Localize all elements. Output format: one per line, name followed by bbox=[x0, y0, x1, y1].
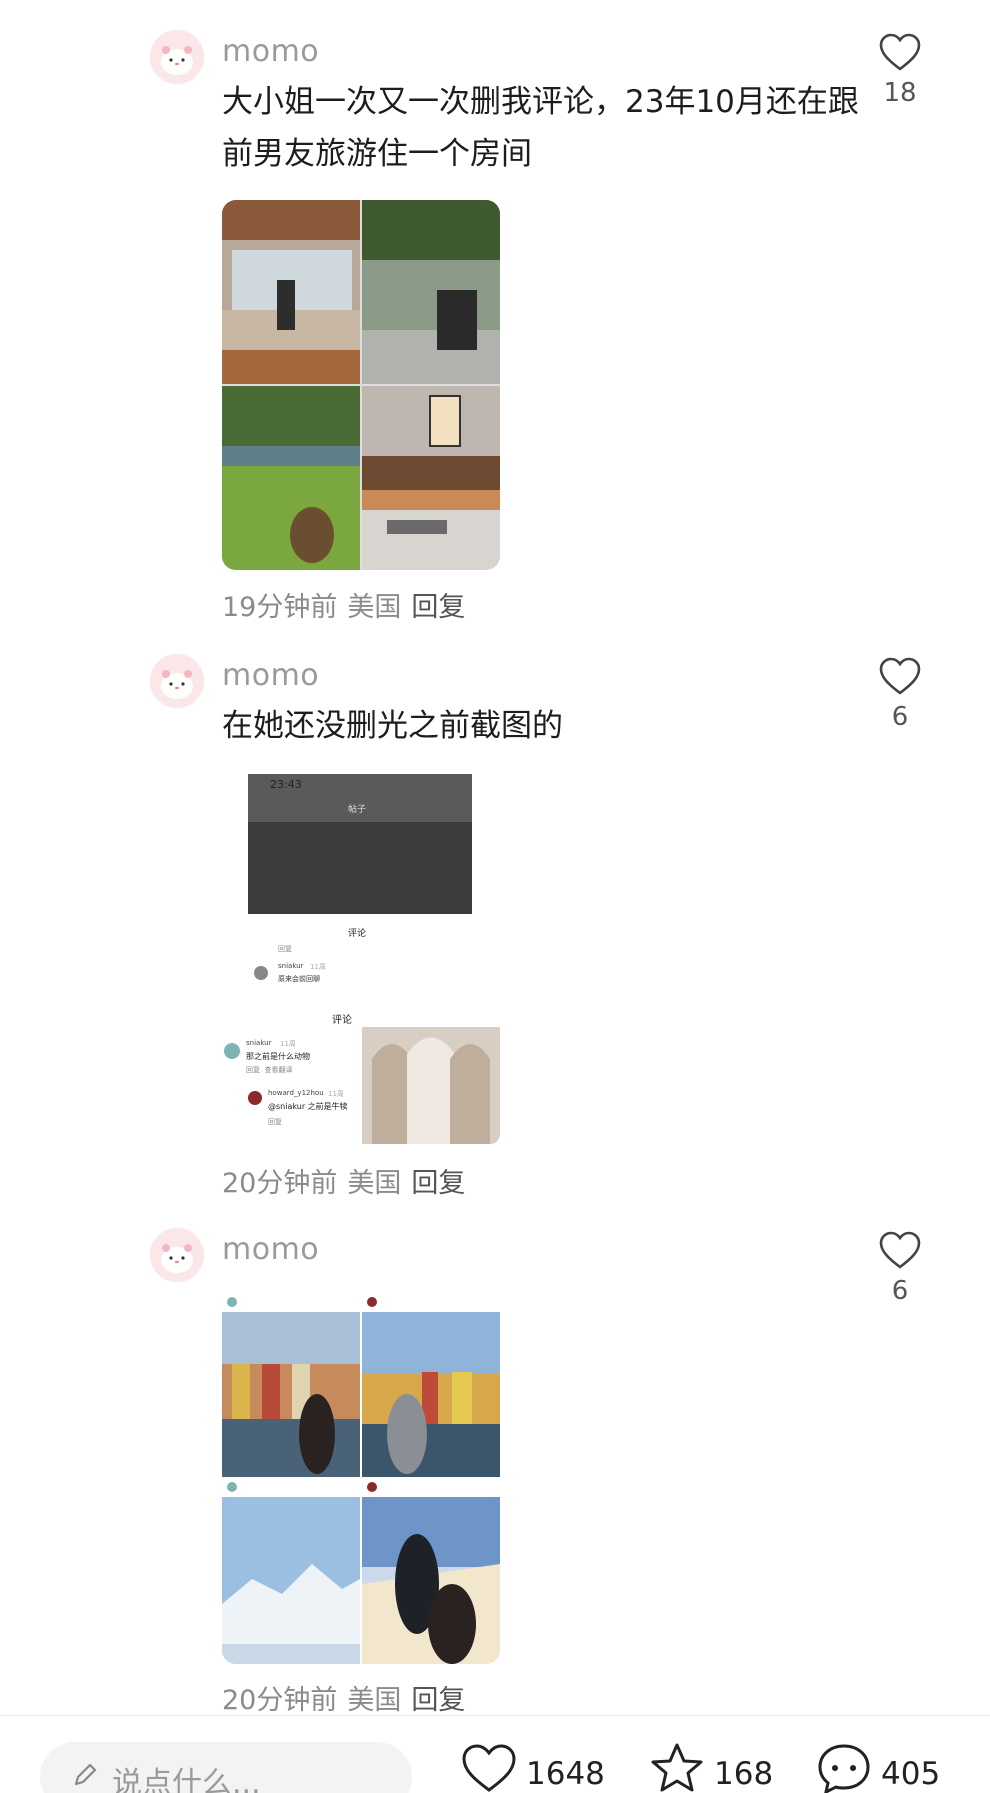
like-button[interactable]: 18 bbox=[870, 32, 930, 108]
comment-image[interactable] bbox=[222, 1294, 500, 1664]
comment-text: 大小姐一次又一次删我评论，23年10月还在跟前男友旅游住一个房间 bbox=[222, 84, 859, 172]
avatar[interactable] bbox=[150, 1228, 204, 1282]
username[interactable]: momo bbox=[222, 658, 319, 693]
church-arches bbox=[362, 1009, 500, 1144]
comment-input[interactable]: 说点什么... bbox=[40, 1742, 412, 1793]
like-button[interactable]: 6 bbox=[870, 656, 930, 732]
screenshot-sheet: 评论 回复 sniakur 11周 原来会前回聊 bbox=[248, 914, 472, 1014]
inner-user2-time: 11周 bbox=[280, 1040, 296, 1048]
screenshot-comments: 评论 sniakur 11周 那之前是什么动物 回复 查看翻译 howard_y… bbox=[222, 1009, 360, 1144]
avatar-illustration bbox=[150, 1228, 204, 1282]
comment-stat[interactable]: 405 bbox=[815, 1742, 940, 1793]
username[interactable]: momo bbox=[222, 34, 319, 69]
screenshot-top: 23:43 帖子 bbox=[248, 774, 472, 914]
comment-time: 20分钟前 bbox=[222, 1168, 338, 1199]
comment-placeholder: 说点什么... bbox=[112, 1766, 261, 1793]
inner-user3: howard_y12hou bbox=[268, 1089, 324, 1097]
comment-image[interactable]: 23:43 帖子 评论 回复 sniakur 11周 原来会前回聊 评论 sni… bbox=[222, 774, 500, 1144]
like-button[interactable]: 6 bbox=[870, 1230, 930, 1306]
inner-user3-avatar bbox=[248, 1091, 262, 1105]
like-count: 6 bbox=[891, 702, 909, 732]
star-icon bbox=[651, 1743, 703, 1792]
comment-meta: 20分钟前 美国 回复 bbox=[222, 1161, 475, 1200]
like-total: 1648 bbox=[526, 1756, 605, 1792]
travel-collage bbox=[222, 1294, 500, 1664]
comment-location: 美国 bbox=[347, 592, 402, 623]
reply-button[interactable]: 回复 bbox=[411, 592, 465, 623]
comment-location: 美国 bbox=[347, 1168, 402, 1199]
favorite-total: 168 bbox=[714, 1756, 774, 1792]
sheet-user-avatar bbox=[254, 966, 268, 980]
chat-bubble-icon bbox=[818, 1744, 870, 1793]
like-count: 6 bbox=[891, 1276, 909, 1306]
like-stat[interactable]: 1648 bbox=[460, 1742, 605, 1793]
heart-icon bbox=[879, 657, 921, 695]
inner-user2: sniakur bbox=[246, 1039, 272, 1047]
comment-meta: 19分钟前 美国 回复 bbox=[222, 585, 475, 624]
screenshot-dark-area bbox=[248, 822, 472, 914]
comment-time: 19分钟前 bbox=[222, 592, 338, 623]
reply-button[interactable]: 回复 bbox=[411, 1685, 465, 1716]
inner-user2-text: 那之前是什么动物 bbox=[246, 1052, 310, 1061]
like-count: 18 bbox=[883, 78, 917, 108]
heart-icon bbox=[879, 33, 921, 71]
screenshot-status-time: 23:43 bbox=[270, 778, 302, 791]
comment-total: 405 bbox=[881, 1756, 941, 1792]
avatar-illustration bbox=[150, 30, 204, 84]
comment-location: 美国 bbox=[347, 1685, 402, 1716]
avatar-illustration bbox=[150, 654, 204, 708]
screenshot-church-image bbox=[362, 1009, 500, 1144]
sheet-reply-hint: 回复 bbox=[278, 945, 292, 953]
inner-title: 评论 bbox=[332, 1015, 352, 1026]
inner-user3-reply: 回复 bbox=[268, 1118, 282, 1126]
inner-user2-actions: 回复 查看翻译 bbox=[246, 1066, 293, 1074]
comment-image[interactable] bbox=[222, 200, 500, 570]
collage-image bbox=[222, 200, 500, 570]
comment-meta: 20分钟前 美国 回复 bbox=[222, 1678, 475, 1717]
pencil-icon bbox=[74, 1763, 97, 1786]
sheet-user1: sniakur bbox=[278, 962, 304, 970]
reply-button[interactable]: 回复 bbox=[411, 1168, 465, 1199]
screenshot-header-title: 帖子 bbox=[348, 805, 367, 815]
avatar[interactable] bbox=[150, 654, 204, 708]
sheet-user1-time: 11周 bbox=[310, 963, 326, 971]
inner-user3-time: 11周 bbox=[328, 1090, 344, 1098]
favorite-stat[interactable]: 168 bbox=[648, 1742, 773, 1793]
comment-text: 在她还没删光之前截图的 bbox=[222, 708, 563, 744]
heart-icon bbox=[462, 1744, 516, 1792]
comment-time: 20分钟前 bbox=[222, 1685, 338, 1716]
heart-icon bbox=[879, 1231, 921, 1269]
sheet-title: 评论 bbox=[348, 929, 367, 939]
sheet-user1-text: 原来会前回聊 bbox=[278, 975, 320, 983]
inner-user-avatar bbox=[224, 1043, 240, 1059]
inner-user3-text: @sniakur 之前是牛犊 bbox=[268, 1102, 348, 1111]
bottom-action-bar: 说点什么... 1648 168 405 bbox=[0, 1715, 990, 1793]
avatar[interactable] bbox=[150, 30, 204, 84]
username[interactable]: momo bbox=[222, 1232, 319, 1267]
